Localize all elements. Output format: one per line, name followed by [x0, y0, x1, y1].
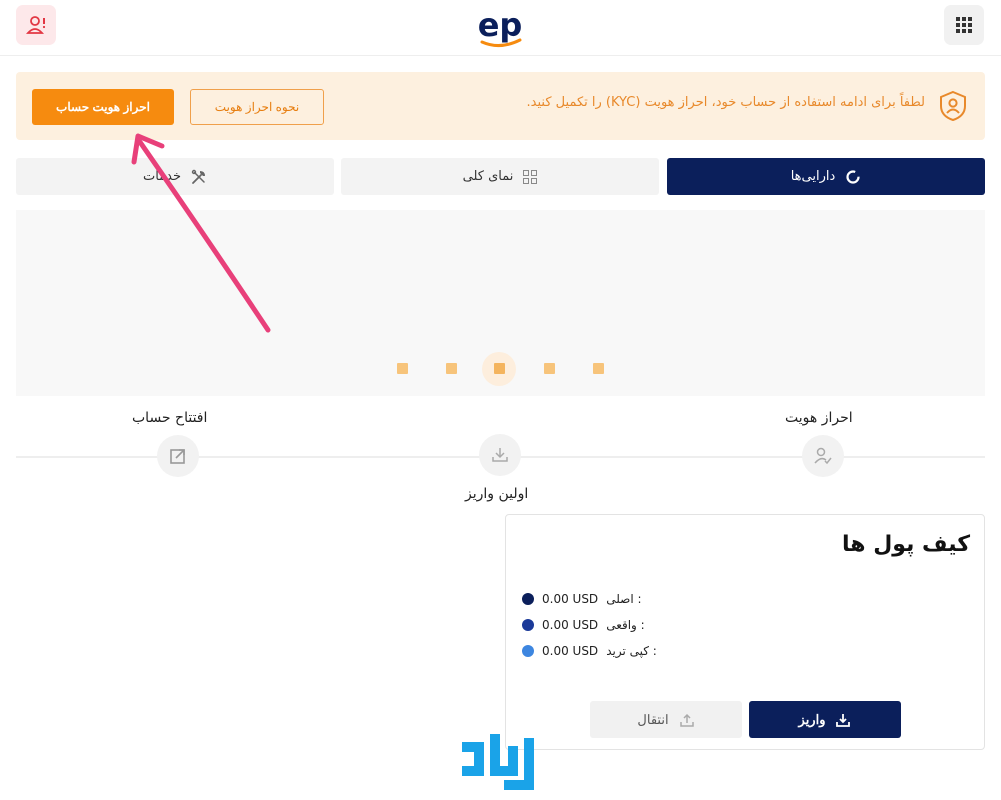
balance-label: : کپی ترید [606, 644, 657, 658]
balance-amount: 0.00 USD [542, 644, 599, 658]
tab-overview[interactable]: نمای کلی [341, 158, 659, 195]
wallet-balance-real: 0.00 USD : واقعی [522, 616, 645, 634]
deposit-label: واریز [798, 711, 826, 727]
loading-dot [397, 363, 408, 374]
transfer-label: انتقال [637, 711, 669, 727]
download-tray-icon [492, 448, 508, 462]
balance-amount: 0.00 USD [542, 618, 599, 632]
user-alert-icon [26, 16, 46, 34]
tab-assets[interactable]: دارایی‌ها [667, 158, 985, 195]
step-verify [802, 435, 844, 477]
main-wallet-dot [522, 593, 534, 605]
balance-amount: 0.00 USD [542, 592, 599, 606]
wallet-balance-copytrade: 0.00 USD : کپی ترید [522, 642, 657, 660]
step-open-account [157, 435, 199, 477]
kyc-banner: احراز هویت حساب نحوه احراز هویت لطفاً بر… [16, 72, 985, 140]
step-first-deposit [479, 434, 521, 476]
wallets-card: کیف پول ها 0.00 USD : اصلی 0.00 USD : وا… [505, 514, 985, 750]
user-alert-button[interactable] [16, 5, 56, 45]
ep-logo[interactable]: ep [470, 4, 530, 50]
tab-services-label: خدمات [142, 169, 182, 184]
balance-label: : واقعی [606, 618, 645, 632]
tab-overview-label: نمای کلی [462, 169, 514, 184]
step-open-account-label: افتتاح حساب [132, 410, 208, 426]
step-verify-label: احراز هویت [785, 410, 853, 426]
apps-grid-icon [956, 17, 972, 33]
real-wallet-dot [522, 619, 534, 631]
loading-dot [544, 363, 555, 374]
tab-assets-label: دارایی‌ها [790, 169, 836, 184]
apps-menu-button[interactable] [944, 5, 984, 45]
loading-dot [494, 363, 505, 374]
grid-icon [523, 169, 538, 184]
assets-loading-area [16, 210, 985, 396]
wallet-balance-main: 0.00 USD : اصلی [522, 590, 642, 608]
deposit-button[interactable]: واریز [749, 701, 901, 738]
transfer-button[interactable]: انتقال [590, 701, 742, 738]
user-check-icon [814, 447, 832, 465]
shield-user-icon [940, 90, 966, 122]
wallets-title: کیف پول ها [842, 532, 970, 557]
brand-watermark-icon [462, 734, 534, 790]
download-icon [836, 713, 851, 727]
tools-icon [191, 169, 206, 184]
top-header: ep [0, 0, 1001, 56]
how-to-verify-button[interactable]: نحوه احراز هویت [190, 89, 324, 125]
tab-services[interactable]: خدمات [16, 158, 334, 195]
step-first-deposit-label: اولین واریز [465, 486, 529, 502]
verify-account-button[interactable]: احراز هویت حساب [32, 89, 174, 125]
kyc-message: لطفاً برای ادامه استفاده از حساب خود، اح… [526, 95, 925, 110]
upload-icon [679, 713, 694, 727]
donut-icon [846, 169, 860, 184]
loading-dot [446, 363, 457, 374]
external-link-icon [170, 449, 185, 464]
loading-dot [593, 363, 604, 374]
svg-text:ep: ep [478, 6, 523, 44]
copytrade-wallet-dot [522, 645, 534, 657]
balance-label: : اصلی [606, 592, 642, 606]
